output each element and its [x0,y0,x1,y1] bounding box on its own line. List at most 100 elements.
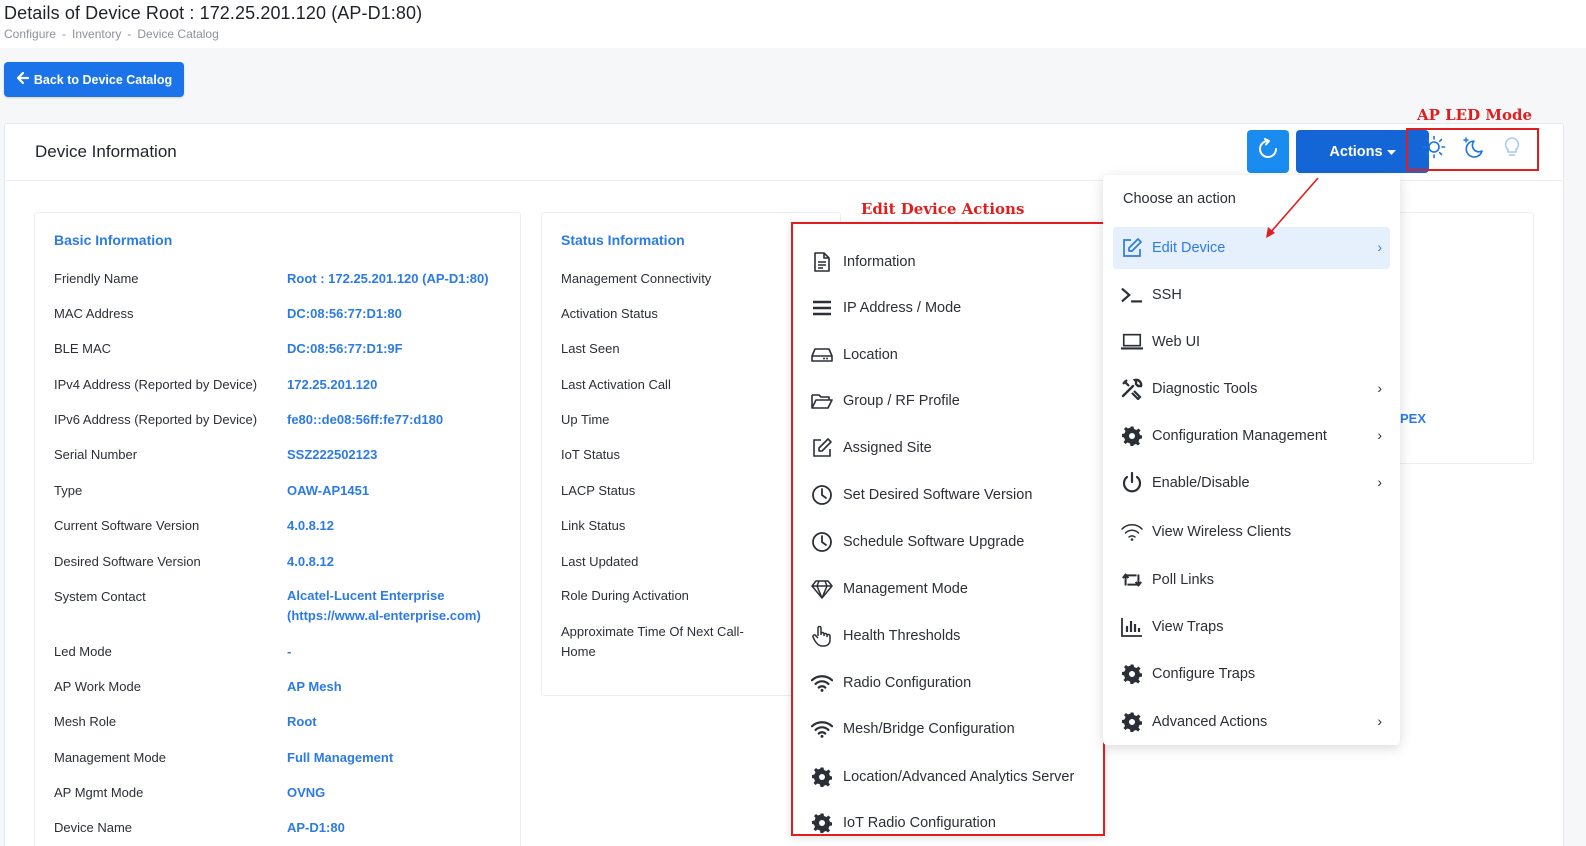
actions-label: Actions [1329,143,1383,160]
field-label: Led Mode [54,644,112,659]
status-label: Last Updated [561,554,639,569]
field-label: Current Software Version [54,518,200,533]
menu-item-label: Health Thresholds [843,628,961,644]
breadcrumb-inventory[interactable]: Inventory [72,27,121,41]
breadcrumb: Configure - Inventory - Device Catalog [4,27,219,41]
action-diagnostic-tools[interactable]: Diagnostic Tools › [1113,368,1390,410]
menu-item-group-rf-profile[interactable]: Group / RF Profile [811,387,960,415]
lightbulb-icon[interactable] [1500,135,1524,164]
field-label: Management Mode [54,750,167,765]
chevron-right-icon: › [1377,713,1382,729]
menu-item-location-advanced-analytics-server[interactable]: Location/Advanced Analytics Server [811,763,1074,791]
menu-item-health-thresholds[interactable]: Health Thresholds [811,622,960,650]
action-label: View Wireless Clients [1152,524,1292,540]
gear-icon [811,812,833,834]
field-label: IPv4 Address (Reported by Device) [54,377,258,392]
menu-item-ip-address-mode[interactable]: IP Address / Mode [811,294,961,322]
breadcrumb-separator: - [62,27,67,41]
action-poll-links[interactable]: Poll Links [1113,559,1390,601]
action-label: SSH [1152,287,1182,303]
action-label: Configuration Management [1152,428,1327,444]
menu-item-iot-radio-configuration[interactable]: IoT Radio Configuration [811,809,996,837]
page-title: Details of Device Root : 172.25.201.120 … [4,3,423,23]
field-label: IPv6 Address (Reported by Device) [54,412,258,427]
chevron-right-icon: › [1377,380,1382,396]
wifi-icon [811,718,833,740]
drive-icon [811,344,833,366]
menu-item-location[interactable]: Location [811,341,898,369]
menu-item-schedule-software-upgrade[interactable]: Schedule Software Upgrade [811,528,1024,556]
menu-item-label: Radio Configuration [843,675,972,691]
field-value: DC:08:56:77:D1:80 [287,306,402,321]
status-information-title: Status Information [561,232,685,248]
action-enable-disable[interactable]: Enable/Disable › [1113,462,1390,504]
action-configuration-management[interactable]: Configuration Management › [1113,415,1390,457]
document-icon [811,251,833,273]
field-label: Desired Software Version [54,554,201,569]
action-edit-device[interactable]: Edit Device › [1113,227,1390,269]
breadcrumb-configure[interactable]: Configure [4,27,56,41]
status-label: Role During Activation [561,588,689,603]
field-value[interactable]: Alcatel-Lucent Enterprise [287,586,445,606]
ap-led-mode-group [1406,128,1539,171]
action-label: Diagnostic Tools [1152,381,1258,397]
field-value: Full Management [287,750,394,765]
gear-icon [1121,663,1143,685]
menu-item-radio-configuration[interactable]: Radio Configuration [811,669,971,697]
refresh-button[interactable] [1247,130,1289,173]
menu-item-set-desired-software-version[interactable]: Set Desired Software Version [811,481,1032,509]
action-view-traps[interactable]: View Traps [1113,606,1390,648]
menu-item-label: IoT Radio Configuration [843,815,996,831]
menu-item-label: Group / RF Profile [843,393,960,409]
menu-item-mesh-bridge-configuration[interactable]: Mesh/Bridge Configuration [811,715,1015,743]
field-value-link[interactable]: (https://www.al-enterprise.com) [287,606,481,626]
action-label: View Traps [1152,619,1224,635]
status-label: Last Activation Call [561,377,671,392]
menu-item-information[interactable]: Information [811,248,916,276]
chevron-right-icon: › [1377,474,1382,490]
hand-pointer-icon [811,625,833,647]
action-advanced-actions[interactable]: Advanced Actions › [1113,701,1390,743]
action-label: Advanced Actions [1152,714,1268,730]
back-button-label: Back to Device Catalog [33,72,173,87]
field-value: OAW-AP1451 [287,483,370,498]
field-label: Friendly Name [54,271,139,286]
edit-icon [1121,237,1143,259]
action-view-wireless-clients[interactable]: View Wireless Clients [1113,511,1390,553]
additional-information-panel [1380,212,1534,464]
sun-icon[interactable] [1422,135,1446,164]
status-label: Link Status [561,518,626,533]
back-to-device-catalog-button[interactable]: Back to Device Catalog [4,62,184,97]
menu-item-assigned-site[interactable]: Assigned Site [811,434,932,462]
laptop-icon [1121,331,1143,353]
field-label: BLE MAC [54,341,112,356]
field-label: AP Mgmt Mode [54,785,144,800]
status-label: Home [561,644,596,659]
field-label: Serial Number [54,447,138,462]
basic-information-panel: Basic Information Friendly Name Root : 1… [34,212,521,846]
action-configure-traps[interactable]: Configure Traps [1113,653,1390,695]
field-label: Mesh Role [54,714,117,729]
power-icon [1121,472,1143,494]
menu-item-label: Set Desired Software Version [843,487,1033,503]
status-label: Last Seen [561,341,620,356]
list-icon [811,297,833,319]
moon-stars-icon[interactable] [1461,135,1485,164]
status-label: Up Time [561,412,610,427]
arrow-left-icon [16,71,30,88]
field-value: DC:08:56:77:D1:9F [287,341,403,356]
actions-dropdown-menu: Choose an action Edit Device › SSH Web U… [1103,175,1400,745]
breadcrumb-device-catalog[interactable]: Device Catalog [137,27,218,41]
status-label: Activation Status [561,306,658,321]
bar-chart-icon [1121,616,1143,638]
action-ssh[interactable]: SSH [1113,274,1390,316]
field-value: Root [287,714,317,729]
field-value: 172.25.201.120 [287,377,378,392]
field-label: AP Work Mode [54,679,141,694]
menu-item-management-mode[interactable]: Management Mode [811,575,968,603]
terminal-icon [1121,284,1143,306]
edit-device-actions-annotation: Edit Device Actions [861,200,1025,218]
action-web-ui[interactable]: Web UI [1113,321,1390,363]
menu-item-label: Location [843,347,898,363]
action-label: Edit Device [1152,240,1226,256]
